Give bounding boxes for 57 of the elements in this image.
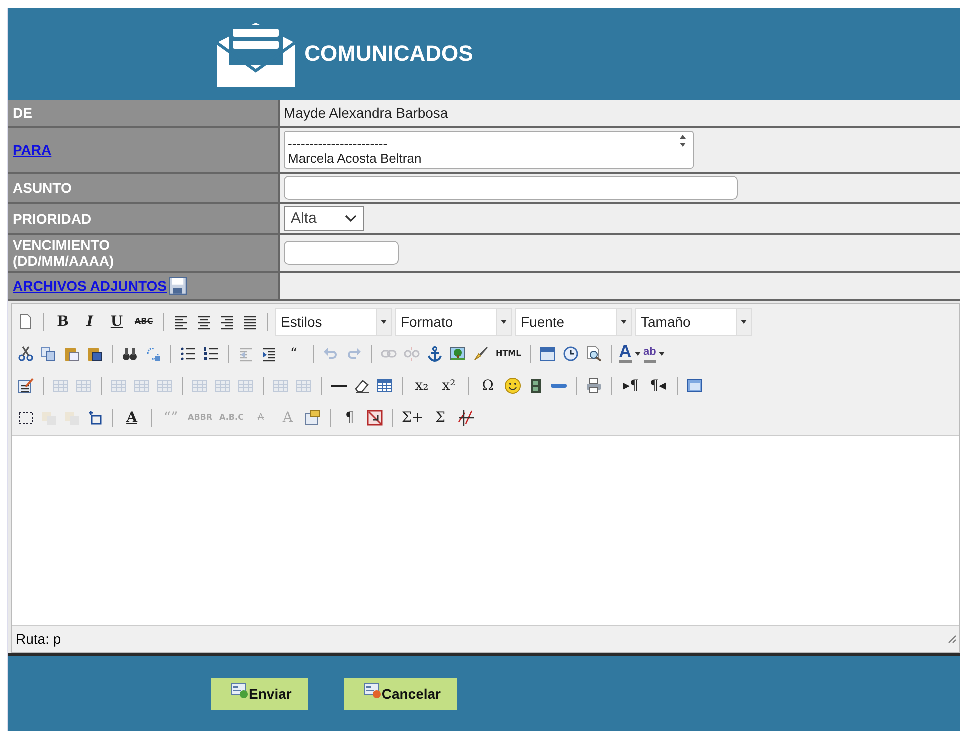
list-option[interactable]: ----------------------- [288, 136, 422, 151]
field-label: DE [13, 105, 34, 121]
element-path: Ruta: p [16, 631, 62, 647]
caret-icon[interactable] [501, 320, 507, 324]
envelope-icon [214, 21, 297, 87]
underline-button[interactable]: U [105, 312, 129, 332]
format-button[interactable]: x² [437, 376, 461, 396]
caret-icon[interactable] [621, 320, 627, 324]
format-button[interactable]: ¶ [338, 408, 362, 428]
format-button[interactable]: HTML [494, 344, 524, 364]
list-option[interactable]: Marcela Acosta Beltran [288, 151, 422, 166]
page-title: COMUNICADOS [304, 41, 474, 67]
caret-icon[interactable] [741, 320, 747, 324]
edit-form-icon[interactable] [16, 376, 36, 396]
no-break-icon[interactable] [364, 408, 385, 428]
field-label: (DD/MM/AAAA) [13, 253, 116, 269]
subject-field[interactable] [284, 176, 738, 200]
format-button[interactable]: Σ+ [400, 408, 426, 428]
field-label: VENCIMIENTO [13, 237, 111, 253]
toolbar-dropdown[interactable]: Estilos [275, 308, 392, 336]
caret-icon[interactable] [659, 352, 666, 356]
format-button[interactable]: Σ [428, 408, 453, 428]
format-button[interactable]: Ω [476, 376, 500, 396]
field-label: PRIORIDAD [13, 210, 93, 226]
scissors-icon[interactable] [16, 344, 36, 364]
strikethrough-button[interactable]: ABC [132, 312, 156, 332]
field-label: ASUNTO [13, 180, 73, 196]
resize-grip-icon[interactable] [947, 634, 957, 644]
field-value: Mayde Alexandra Barbosa [284, 105, 448, 121]
toolbar-dropdown[interactable]: Formato [395, 308, 512, 336]
anchor-icon[interactable] [425, 344, 445, 364]
send-button[interactable]: Enviar [211, 678, 308, 710]
form-icon[interactable] [231, 682, 250, 698]
chevron-down-icon[interactable] [345, 214, 357, 222]
cancel-button[interactable]: Cancelar [344, 678, 457, 710]
date-field[interactable] [284, 241, 399, 265]
recipient-listbox[interactable]: ----------------------- Marcela Acosta Beltran [284, 131, 694, 169]
caret-icon[interactable] [381, 320, 387, 324]
text-color-button[interactable]: A [619, 344, 640, 364]
toolbar-dropdown[interactable]: Fuente [515, 308, 632, 336]
toolbar-dropdown[interactable]: Tamaño [635, 308, 752, 336]
underline-button[interactable]: A [120, 408, 144, 428]
italic-button[interactable]: I [78, 312, 102, 332]
printer-icon[interactable] [584, 376, 604, 396]
formula-icon[interactable] [456, 408, 476, 428]
form-icon[interactable] [364, 682, 382, 698]
priority-dropdown[interactable]: Alta [284, 206, 364, 231]
format-button[interactable]: “ [282, 344, 306, 364]
highlight-button[interactable]: ab [644, 344, 666, 364]
format-button[interactable]: ¶◂ [646, 376, 670, 396]
caret-icon[interactable] [634, 352, 640, 356]
spinner-arrows-icon[interactable] [679, 134, 687, 148]
bold-button[interactable]: B [51, 312, 75, 332]
format-button[interactable]: ▸¶ [619, 376, 643, 396]
format-button[interactable]: x₂ [410, 376, 434, 396]
smiley-icon[interactable] [503, 376, 523, 396]
template-icon[interactable] [302, 408, 323, 428]
